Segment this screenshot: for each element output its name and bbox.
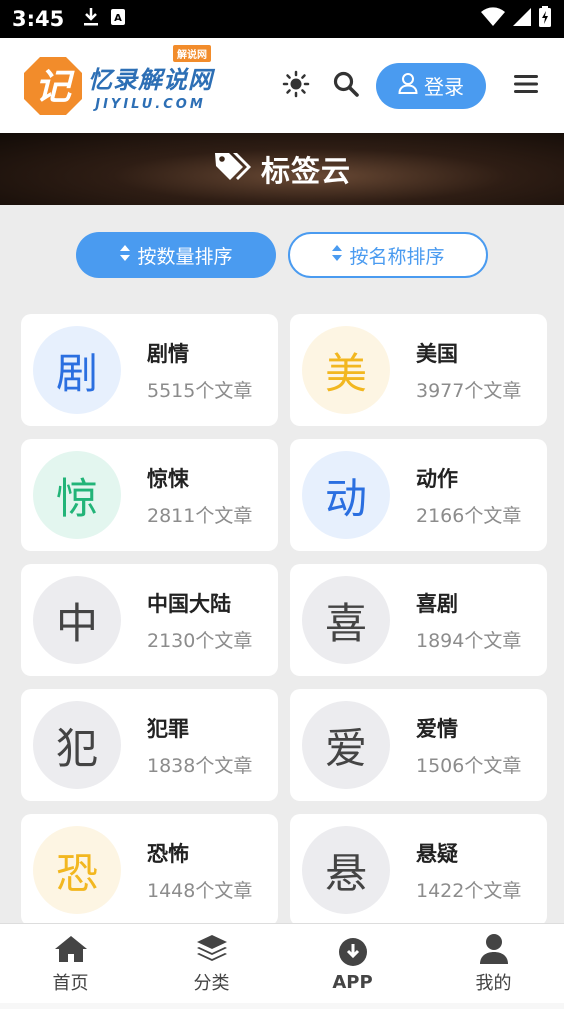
sort-by-name-label: 按名称排序 [349,245,445,268]
nav-label: 首页 [52,973,89,994]
menu-button[interactable] [510,70,542,102]
tag-count: 2130个文章 [147,629,253,652]
tag-card[interactable]: 惊 惊悚 2811个文章 [21,439,278,551]
nav-label: 我的 [475,973,512,994]
tag-name: 犯罪 [147,716,189,741]
tag-name: 悬疑 [416,841,458,866]
nav-item-home[interactable]: 首页 [0,924,141,1003]
tag-name: 惊悚 [147,466,189,491]
download-circle-icon [336,935,370,969]
nav-item-profile[interactable]: 我的 [423,924,564,1003]
tag-count: 1506个文章 [416,754,522,777]
tag-count: 2811个文章 [147,504,253,527]
tag-card[interactable]: 恐 恐怖 1448个文章 [21,814,278,926]
tag-card[interactable]: 喜 喜剧 1894个文章 [290,564,547,676]
tag-name: 剧情 [147,341,189,366]
tag-name: 恐怖 [147,841,189,866]
tag-avatar: 剧 [33,326,121,414]
battery-icon [538,6,552,32]
search-button[interactable] [330,70,362,102]
tag-avatar: 恐 [33,826,121,914]
layers-icon [195,932,229,966]
tag-name: 美国 [416,341,458,366]
user-icon [477,932,511,966]
tag-avatar: 动 [302,451,390,539]
sun-icon [282,70,310,102]
logo-domain: JIYILU.COM [95,96,206,112]
a-keyboard-icon: A [110,8,126,30]
status-bar: 3:45 A [0,0,564,38]
status-time: 3:45 [12,7,65,31]
logo-title: 忆录解说网 [88,65,213,94]
tag-count: 1422个文章 [416,879,522,902]
nav-label: 分类 [193,973,230,994]
user-icon [398,72,418,99]
site-logo[interactable]: 记 解说网 忆录解说网 JIYILU.COM [22,44,213,117]
tag-avatar: 爱 [302,701,390,789]
tag-name: 爱情 [416,716,458,741]
sort-bar: 按数量排序 按名称排序 [0,205,564,305]
tag-count: 1838个文章 [147,754,253,777]
tag-card[interactable]: 爱 爱情 1506个文章 [290,689,547,801]
logo-badge: 解说网 [173,44,211,62]
tag-avatar: 美 [302,326,390,414]
home-icon [54,932,88,966]
tag-count: 2166个文章 [416,504,522,527]
menu-icon [514,74,538,98]
svg-text:A: A [114,13,122,24]
tag-card[interactable]: 剧 剧情 5515个文章 [21,314,278,426]
site-header: 记 解说网 忆录解说网 JIYILU.COM 登录 [0,38,564,133]
sort-icon [331,244,343,267]
tag-card[interactable]: 悬 悬疑 1422个文章 [290,814,547,926]
sort-icon [119,244,131,267]
logo-mark: 记 [22,55,84,117]
tag-card[interactable]: 美 美国 3977个文章 [290,314,547,426]
login-button[interactable]: 登录 [376,62,486,109]
wifi-icon [480,7,506,31]
tag-name: 中国大陆 [147,591,231,616]
theme-toggle-button[interactable] [280,70,312,102]
home-indicator [0,1003,564,1009]
tag-name: 动作 [416,466,458,491]
tags-icon [213,150,253,188]
sort-by-name-button[interactable]: 按名称排序 [288,232,488,278]
tag-avatar: 惊 [33,451,121,539]
tag-name: 喜剧 [416,591,458,616]
search-icon [332,70,360,102]
tag-card[interactable]: 犯 犯罪 1838个文章 [21,689,278,801]
tag-count: 1448个文章 [147,879,253,902]
page-banner: 标签云 [0,133,564,205]
tag-card[interactable]: 动 动作 2166个文章 [290,439,547,551]
download-icon [82,6,100,32]
page-title: 标签云 [260,154,351,188]
nav-item-category[interactable]: 分类 [141,924,282,1003]
tag-avatar: 悬 [302,826,390,914]
tag-card[interactable]: 中 中国大陆 2130个文章 [21,564,278,676]
sort-by-count-button[interactable]: 按数量排序 [76,232,276,278]
nav-item-app[interactable]: APP [282,924,423,1003]
tag-avatar: 中 [33,576,121,664]
tag-avatar: 喜 [302,576,390,664]
tag-count: 5515个文章 [147,379,253,402]
svg-text:记: 记 [35,67,75,108]
login-label: 登录 [424,75,464,99]
tag-grid: 剧 剧情 5515个文章 美 美国 3977个文章 惊 惊悚 2811个文章 动… [21,314,547,926]
sort-by-count-label: 按数量排序 [137,245,233,268]
tag-count: 3977个文章 [416,379,522,402]
nav-label: APP [332,971,373,993]
signal-icon [512,7,532,31]
tag-count: 1894个文章 [416,629,522,652]
bottom-nav: 首页 分类 APP 我的 [0,923,564,1003]
tag-avatar: 犯 [33,701,121,789]
